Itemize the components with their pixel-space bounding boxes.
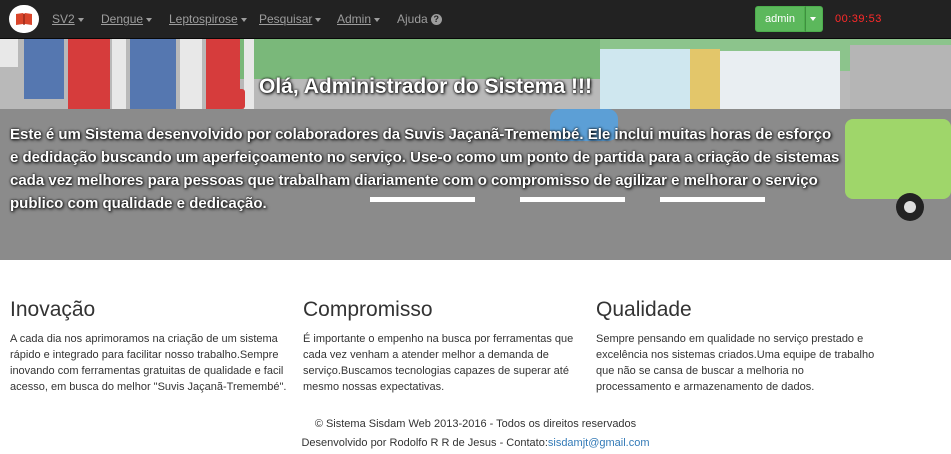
feature-text: É importante o empenho na busca por ferr… (303, 333, 574, 393)
chevron-down-icon (77, 17, 84, 22)
brand-logo[interactable] (9, 5, 39, 33)
question-circle-icon: ? (430, 14, 442, 26)
chevron-down-icon (240, 17, 247, 22)
navbar: SV2 Dengue Leptospirose Pesquisar Admin … (0, 0, 951, 39)
chevron-down-icon (810, 17, 816, 21)
admin-button[interactable]: admin (755, 6, 805, 32)
menu-pesquisar[interactable]: Pesquisar (259, 0, 322, 39)
menu-dengue[interactable]: Dengue (101, 0, 153, 39)
menu-ajuda-label: Ajuda (397, 12, 428, 26)
contact-email-link[interactable]: sisdamjt@gmail.com (548, 437, 650, 449)
chevron-down-icon (315, 17, 322, 22)
menu-admin[interactable]: Admin (337, 0, 381, 39)
footer-credits: Desenvolvido por Rodolfo R R de Jesus - … (0, 437, 951, 449)
footer-dev: Desenvolvido por Rodolfo R R de Jesus - … (301, 437, 548, 449)
chevron-down-icon (374, 17, 381, 22)
hero-title: Olá, Administrador do Sistema !!! (259, 75, 592, 98)
feature-text: Sempre pensando em qualidade no serviço … (596, 333, 875, 393)
menu-pesquisar-label: Pesquisar (259, 12, 313, 26)
menu-ajuda[interactable]: Ajuda? (397, 0, 442, 39)
hero-banner: Olá, Administrador do Sistema !!! Este é… (0, 39, 951, 260)
session-timer: 00:39:53 (835, 13, 882, 25)
menu-leptospirose[interactable]: Leptospirose (169, 0, 247, 39)
hero-text: Este é um Sistema desenvolvido por colab… (10, 126, 840, 212)
feature-text: A cada dia nos aprimoramos na criação de… (10, 333, 287, 393)
feature-inovacao: Inovação A cada dia nos aprimoramos na c… (10, 297, 290, 395)
chevron-down-icon (146, 17, 153, 22)
book-icon (16, 13, 32, 25)
feature-compromisso: Compromisso É importante o empenho na bu… (303, 297, 583, 395)
menu-admin-label: Admin (337, 12, 372, 26)
menu-sv2-label: SV2 (52, 12, 75, 26)
footer-copyright: © Sistema Sisdam Web 2013-2016 - Todos o… (314, 418, 637, 430)
feature-qualidade: Qualidade Sempre pensando em qualidade n… (596, 297, 876, 395)
menu-dengue-label: Dengue (101, 12, 144, 26)
admin-dropdown-toggle[interactable] (805, 6, 823, 32)
feature-title: Compromisso (303, 298, 433, 321)
feature-title: Inovação (10, 298, 96, 321)
menu-sv2[interactable]: SV2 (52, 0, 84, 39)
menu-leptospirose-label: Leptospirose (169, 12, 238, 26)
feature-title: Qualidade (596, 298, 692, 321)
